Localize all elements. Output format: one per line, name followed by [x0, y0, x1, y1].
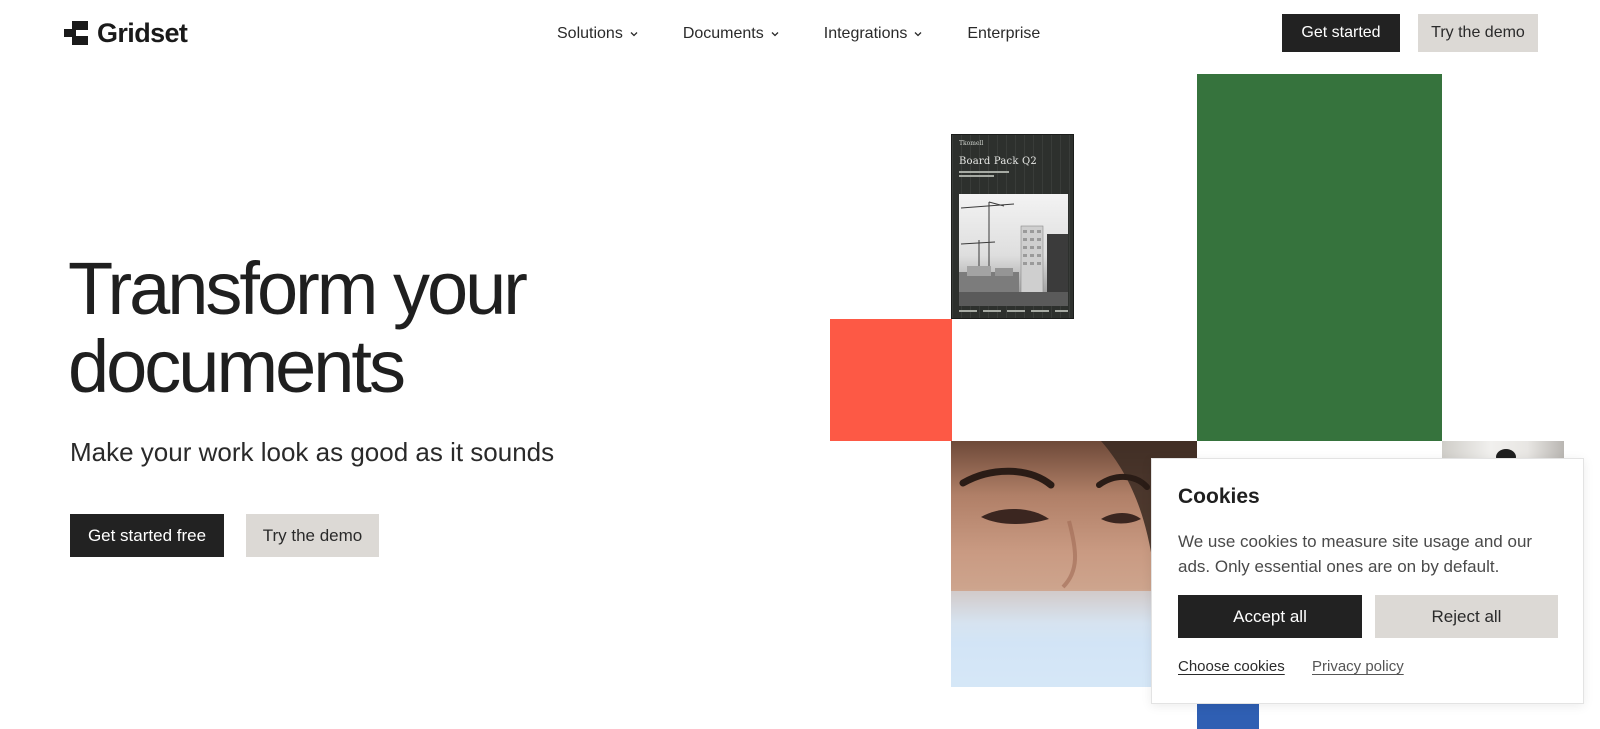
hero-title-line-2: documents [68, 325, 406, 408]
hero-try-demo-button[interactable]: Try the demo [246, 514, 379, 557]
board-pack-document-preview: Tkomell Board Pack Q2 [951, 134, 1074, 319]
hero-title-line-1: Transform your [68, 247, 528, 330]
choose-cookies-link[interactable]: Choose cookies [1178, 658, 1285, 675]
get-started-button[interactable]: Get started [1282, 14, 1400, 52]
logo-text: Gridset [97, 18, 188, 48]
hero-title: Transform your documents [68, 250, 628, 406]
accept-all-button[interactable]: Accept all [1178, 595, 1362, 638]
chevron-down-icon [914, 32, 922, 37]
nav-solutions[interactable]: Solutions [557, 25, 638, 43]
red-tile [830, 319, 952, 441]
document-title: Board Pack Q2 [959, 156, 1037, 167]
try-demo-button[interactable]: Try the demo [1418, 14, 1538, 52]
green-tile [1197, 74, 1442, 441]
cookie-banner: Cookies We use cookies to measure site u… [1151, 458, 1584, 704]
gridset-logo-icon [64, 21, 88, 45]
nav-documents-label: Documents [682, 25, 764, 42]
nav-enterprise-label: Enterprise [967, 25, 1041, 42]
construction-photo [959, 194, 1068, 306]
document-footer-lines [959, 310, 1068, 312]
nav-solutions-label: Solutions [557, 25, 623, 42]
document-text-lines [959, 171, 1009, 181]
document-brand: Tkomell [959, 140, 984, 147]
get-started-free-button[interactable]: Get started free [70, 514, 224, 557]
chevron-down-icon [771, 32, 779, 37]
nav-documents[interactable]: Documents [683, 25, 779, 43]
blue-tile [1197, 703, 1259, 729]
hero-subtitle: Make your work look as good as it sounds [70, 437, 555, 467]
logo-link[interactable]: Gridset [64, 16, 188, 50]
site-header: Gridset Solutions Documents Integrations… [0, 0, 1600, 66]
cookie-title: Cookies [1178, 485, 1260, 508]
nav-integrations-label: Integrations [823, 25, 908, 42]
chevron-down-icon [630, 32, 638, 37]
nav-integrations[interactable]: Integrations [824, 25, 923, 43]
nav-enterprise[interactable]: Enterprise [967, 25, 1040, 43]
main-nav: Solutions Documents Integrations Enterpr… [557, 22, 1040, 46]
reject-all-button[interactable]: Reject all [1375, 595, 1558, 638]
privacy-policy-link[interactable]: Privacy policy [1312, 658, 1404, 675]
cookie-description: We use cookies to measure site usage and… [1178, 532, 1533, 576]
